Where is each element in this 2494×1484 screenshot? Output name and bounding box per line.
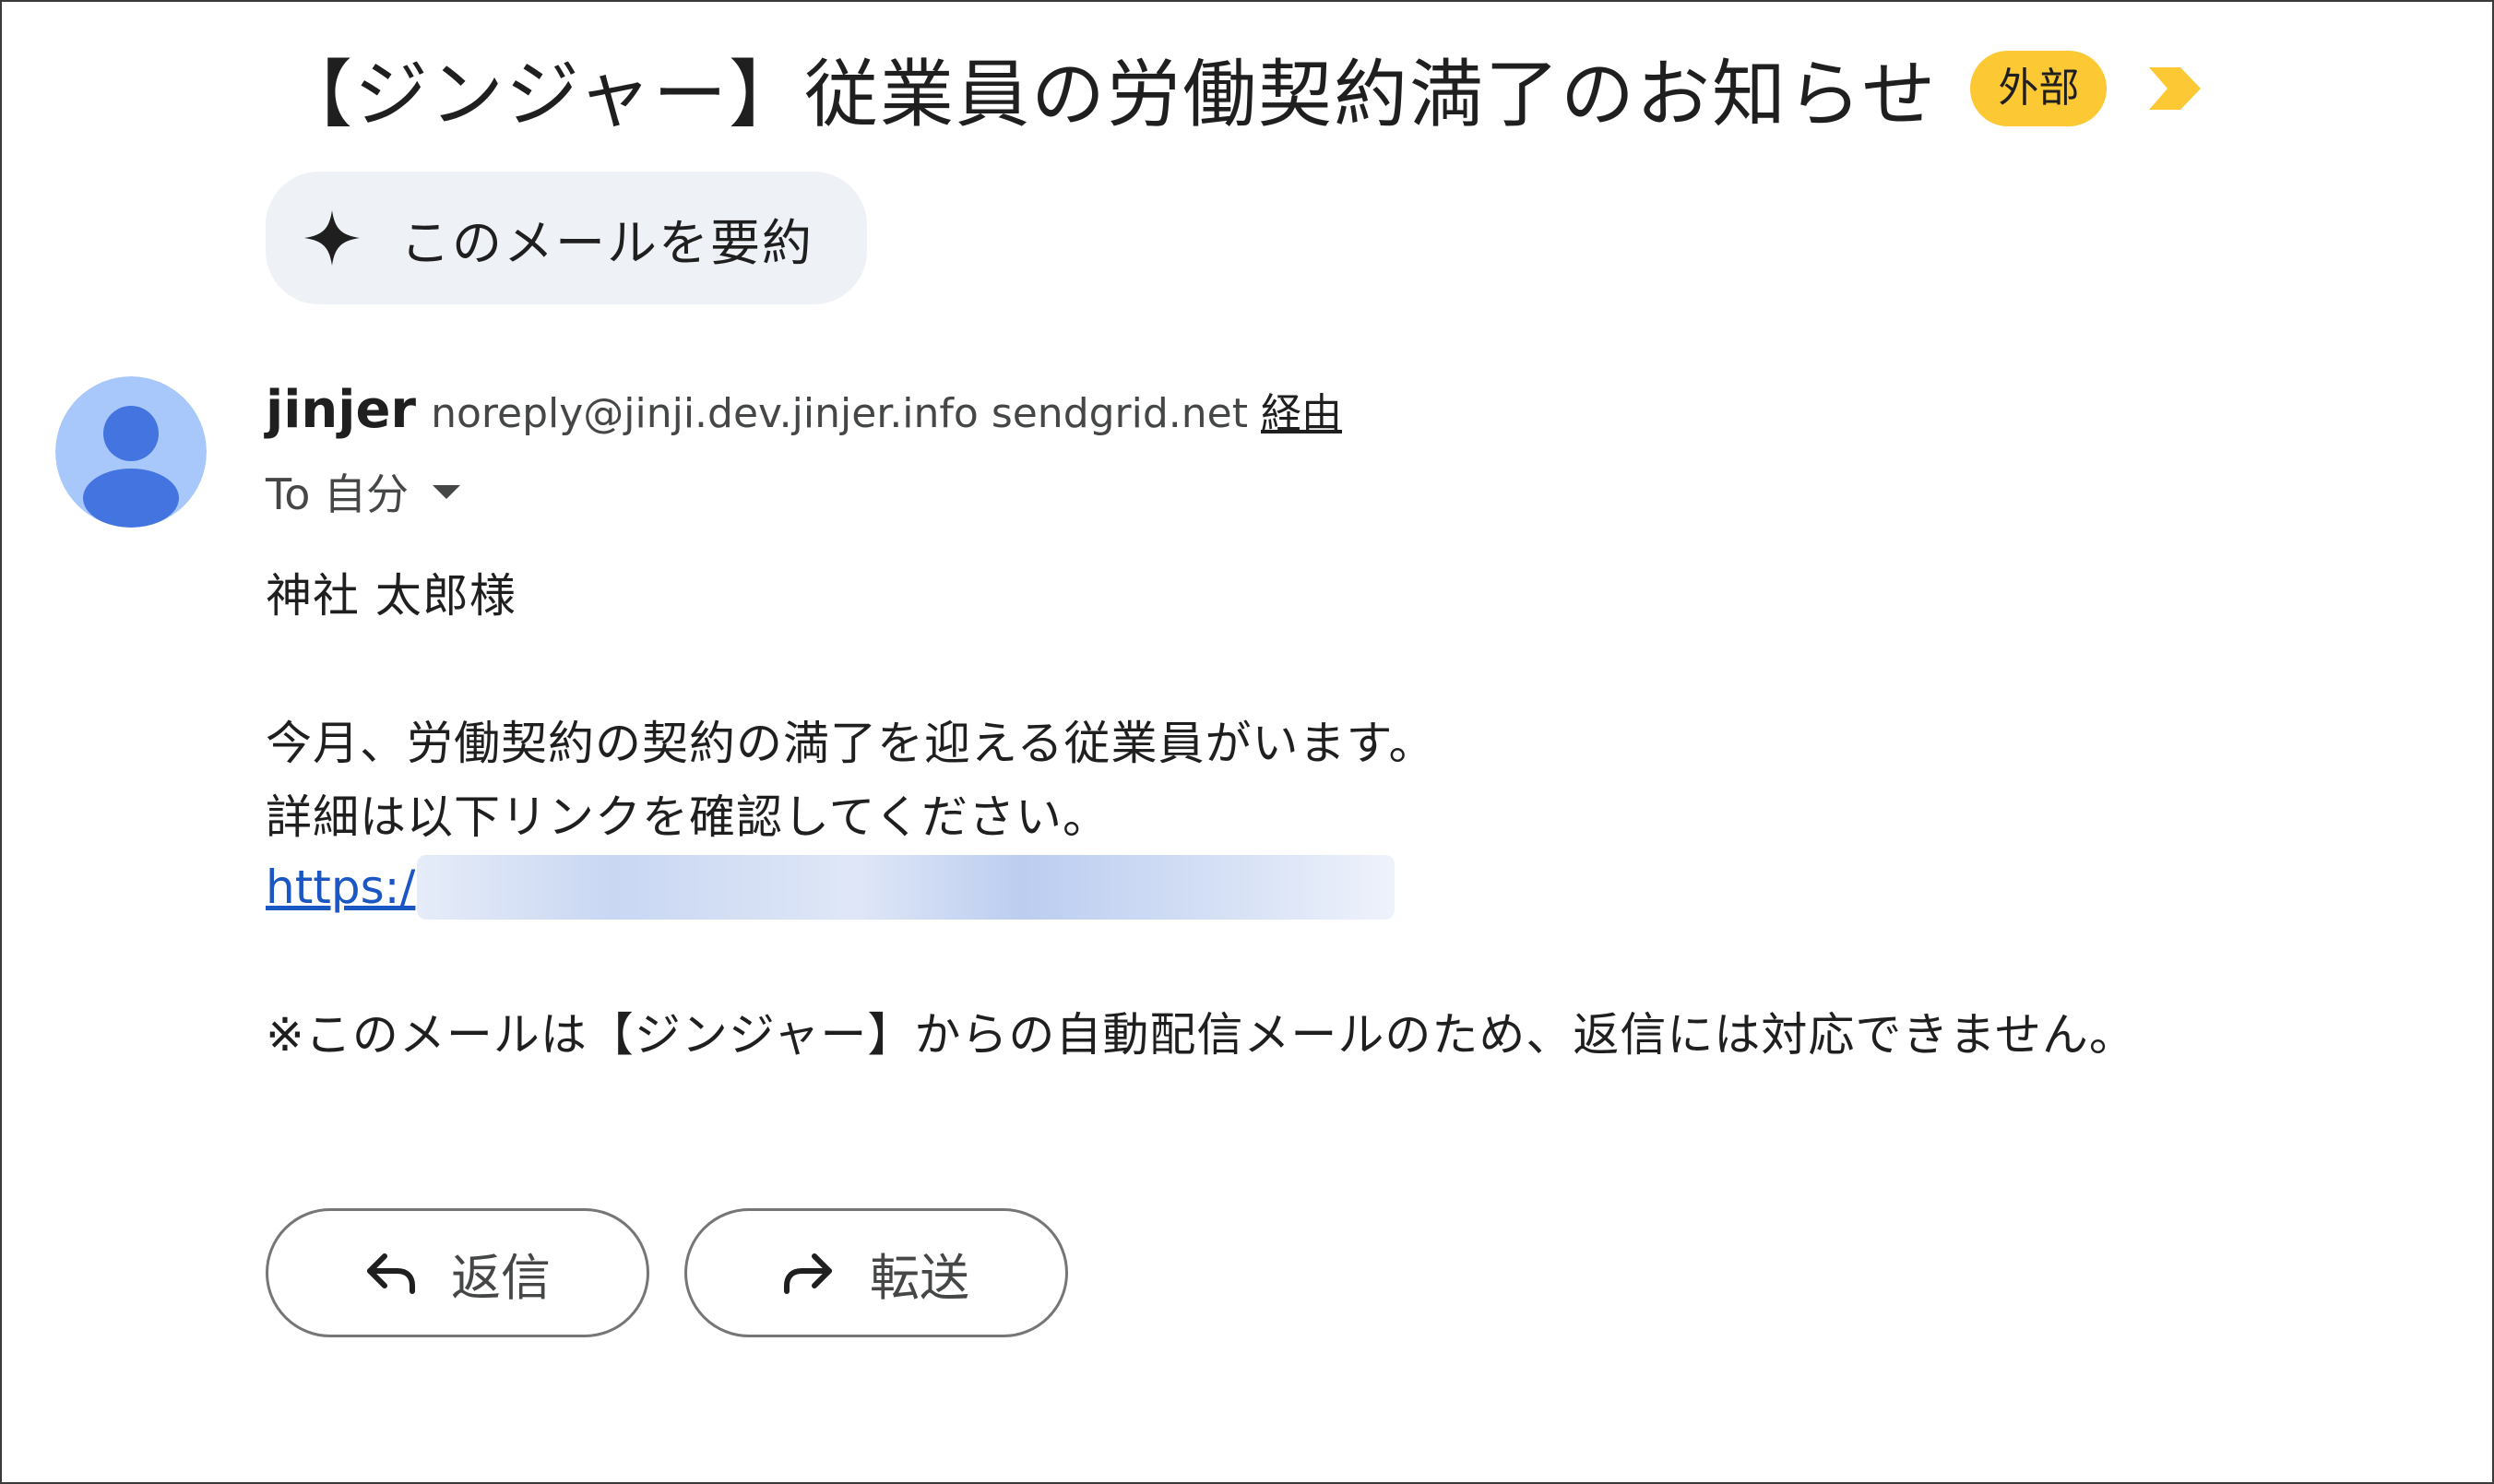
sender-line: jinjer noreply@jinji.dev.jinjer.info sen… (266, 380, 1342, 454)
person-icon (55, 376, 207, 528)
body-greeting: 神社 太郎様 (266, 569, 517, 623)
sender-avatar[interactable] (55, 376, 207, 528)
reply-label: 返信 (451, 1248, 551, 1307)
body-line-1: 今月、労働契約の契約の満了を迎える従業員がいます。 (266, 717, 1436, 770)
recipient-label: To 自分 (266, 469, 410, 519)
reply-arrow-icon (367, 1253, 415, 1294)
via-link[interactable]: 経由 (1261, 380, 1342, 439)
body-footer-note: ※このメールは【ジンジャー】からの自動配信メールのため、返信には対応できません。 (266, 1008, 2136, 1062)
forward-arrow-icon (784, 1253, 832, 1294)
sender-email: noreply@jinji.dev.jinjer.info sendgrid.n… (431, 390, 1248, 437)
important-marker-icon[interactable] (2149, 67, 2202, 110)
forward-button[interactable]: 転送 (684, 1208, 1068, 1337)
chevron-down-icon[interactable] (433, 484, 461, 499)
external-badge: 外部 (1970, 51, 2108, 126)
sender-name[interactable]: jinjer (266, 380, 416, 440)
subject-row: 【ジンジャー】従業員の労働契約満了のお知らせ 外部 (279, 33, 2202, 144)
email-subject: 【ジンジャー】従業員の労働契約満了のお知らせ (279, 52, 1938, 137)
reply-button[interactable]: 返信 (266, 1208, 649, 1337)
body-link[interactable]: https:/ (266, 861, 415, 914)
body-line-2: 詳細は以下リンクを確認してください。 (266, 790, 1110, 844)
sparkle-icon (304, 210, 360, 266)
summarize-label: このメールを要約 (400, 213, 814, 272)
summarize-button[interactable]: このメールを要約 (266, 172, 867, 304)
body-link-row: https:/ (266, 850, 1395, 924)
recipient-details-toggle[interactable]: To 自分 (266, 459, 461, 524)
email-view: 【ジンジャー】従業員の労働契約満了のお知らせ 外部 このメールを要約 jinje… (0, 0, 2494, 1484)
forward-label: 転送 (870, 1248, 969, 1307)
redacted-url (417, 855, 1395, 920)
